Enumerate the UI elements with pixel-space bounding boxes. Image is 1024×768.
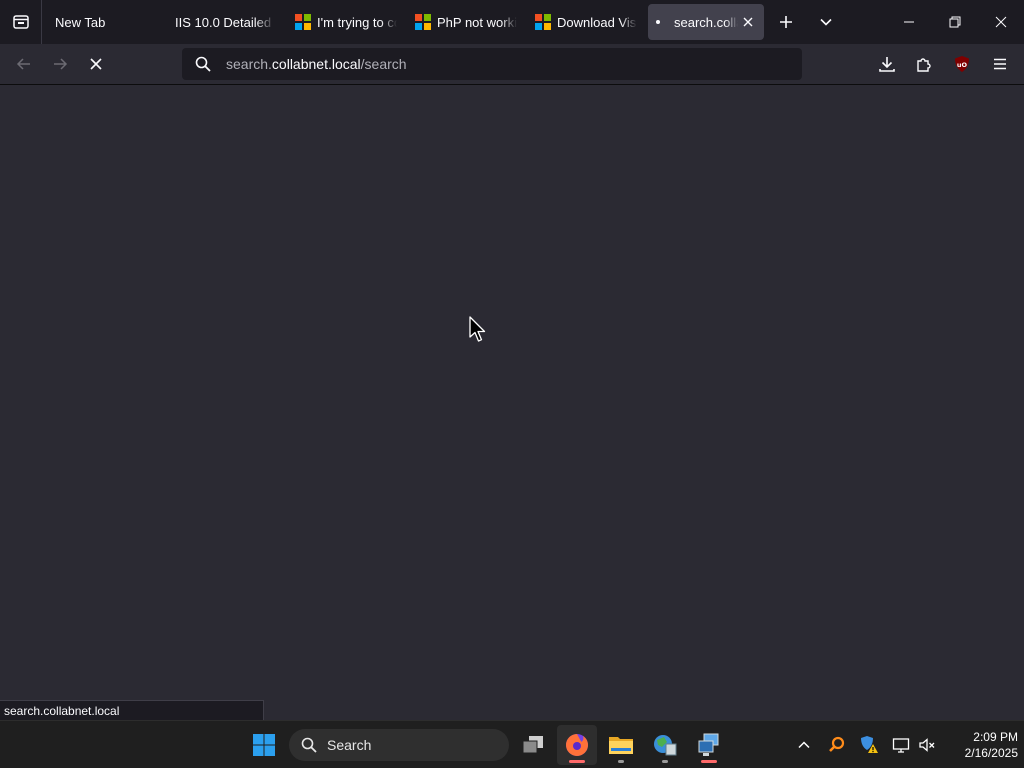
magnifier-tool-icon	[829, 736, 845, 752]
tab-title: search.collabnet.local	[674, 14, 738, 30]
clock-date: 2/16/2025	[964, 746, 1018, 760]
puzzle-piece-icon	[917, 58, 931, 72]
forward-button[interactable]	[44, 48, 76, 80]
taskbar-search-label: Search	[327, 737, 372, 753]
download-icon	[879, 57, 895, 72]
microsoft-logo-icon	[535, 14, 551, 30]
taskbar-firefox[interactable]	[557, 725, 597, 765]
tab-title: IIS 10.0 Detailed Error	[175, 14, 275, 30]
firefox-icon	[566, 734, 588, 756]
url-text[interactable]: search.collabnet.local/search	[226, 56, 407, 72]
loading-indicator-icon	[656, 20, 660, 24]
stop-icon	[90, 58, 102, 70]
running-app-indicator	[701, 760, 717, 763]
minimize-icon	[904, 21, 914, 23]
close-window-button[interactable]	[978, 0, 1024, 44]
tray-display-monitor[interactable]	[889, 733, 913, 757]
speaker-muted-icon	[919, 738, 935, 752]
taskbar-file-explorer[interactable]	[601, 725, 641, 765]
arrow-right-icon	[54, 58, 68, 70]
tab-title: PhP not working	[437, 14, 517, 30]
mouse-pointer-icon	[469, 316, 486, 342]
back-button[interactable]	[8, 48, 40, 80]
tab-download-visual-studio[interactable]: Download Visual Studio	[528, 4, 642, 40]
arrow-left-icon	[16, 58, 30, 70]
taskbar-remote-desktop-tool[interactable]	[689, 725, 729, 765]
monitor-icon	[892, 738, 910, 753]
plus-icon	[780, 16, 792, 28]
restore-button[interactable]	[932, 0, 978, 44]
network-globe-icon	[654, 735, 677, 756]
new-tab-button[interactable]	[770, 6, 802, 38]
taskbar-network-tool[interactable]	[645, 725, 685, 765]
show-hidden-icons-button[interactable]	[792, 733, 816, 757]
tab-php-not-working[interactable]: PhP not working	[408, 4, 522, 40]
defender-warning-icon	[861, 736, 878, 753]
clock-time: 2:09 PM	[973, 730, 1018, 744]
microsoft-logo-icon	[295, 14, 311, 30]
stop-loading-button[interactable]	[80, 48, 112, 80]
downloads-button[interactable]	[871, 48, 903, 80]
remote-desktop-icon	[698, 733, 719, 756]
tray-volume-muted[interactable]	[915, 733, 939, 757]
search-icon	[194, 55, 212, 73]
task-view-icon	[522, 736, 543, 754]
firefox-view-icon	[12, 15, 29, 29]
restore-icon	[949, 16, 961, 28]
close-icon	[995, 16, 1007, 28]
tab-configure-question[interactable]: I'm trying to configure	[288, 4, 402, 40]
url-prefix: search.	[226, 56, 272, 72]
ublock-shield-icon: uO	[955, 56, 969, 72]
address-bar[interactable]: search.collabnet.local/search	[182, 48, 802, 80]
tray-search-tool[interactable]	[825, 733, 849, 757]
hamburger-menu-icon	[994, 58, 1006, 70]
chevron-down-icon	[820, 18, 832, 26]
microsoft-logo-icon	[415, 14, 431, 30]
navigation-toolbar: search.collabnet.local/search uO	[0, 44, 1024, 85]
svg-text:uO: uO	[957, 61, 968, 69]
taskbar-search-box[interactable]: Search	[289, 729, 509, 761]
status-panel: search.collabnet.local	[0, 700, 264, 721]
app-menu-button[interactable]	[984, 48, 1016, 80]
tab-new-tab[interactable]: New Tab	[46, 4, 164, 40]
tray-security-warning[interactable]	[857, 733, 881, 757]
url-path: /search	[360, 56, 407, 72]
start-button[interactable]	[244, 725, 284, 765]
tab-iis-error[interactable]: IIS 10.0 Detailed Error	[168, 4, 282, 40]
tab-search-collabnet[interactable]: search.collabnet.local	[648, 4, 764, 40]
chevron-up-icon	[798, 741, 810, 749]
windows-taskbar: Search 2:09 PM 2/16/2025	[0, 720, 1024, 768]
system-clock[interactable]: 2:09 PM 2/16/2025	[940, 729, 1018, 761]
list-all-tabs-button[interactable]	[810, 6, 842, 38]
firefox-view-button[interactable]	[0, 0, 42, 44]
close-icon	[743, 17, 753, 27]
minimize-button[interactable]	[886, 0, 932, 44]
ublock-origin-button[interactable]: uO	[946, 48, 978, 80]
close-tab-button[interactable]	[740, 14, 756, 30]
task-view-button[interactable]	[513, 725, 553, 765]
tab-title: New Tab	[55, 14, 106, 30]
folder-icon	[609, 737, 633, 754]
windows-logo-icon	[253, 734, 275, 756]
running-app-indicator	[662, 760, 668, 763]
tab-title: I'm trying to configure	[317, 14, 397, 30]
tab-strip: New Tab IIS 10.0 Detailed Error I'm tryi…	[0, 0, 1024, 44]
tab-title: Download Visual Studio	[557, 14, 637, 30]
search-icon	[301, 737, 317, 753]
page-content-area	[0, 85, 1024, 720]
active-app-indicator	[569, 760, 585, 763]
url-host: collabnet.local	[271, 56, 361, 72]
extensions-button[interactable]	[908, 48, 940, 80]
running-app-indicator	[618, 760, 624, 763]
